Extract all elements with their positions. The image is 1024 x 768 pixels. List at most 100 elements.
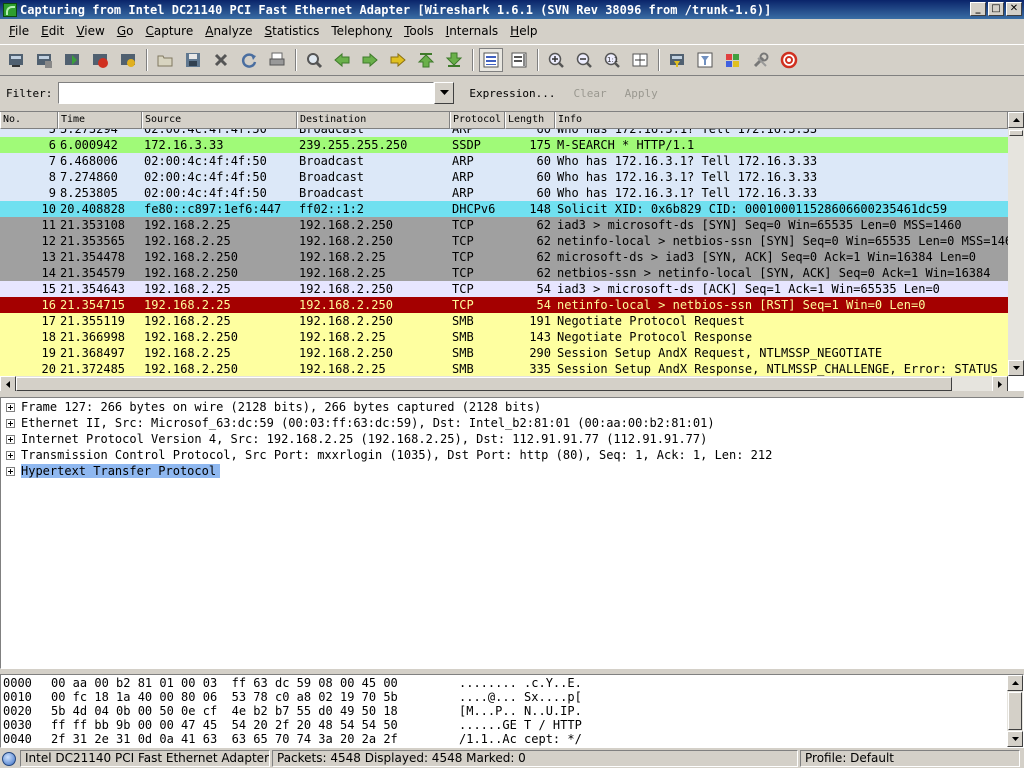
menu-capture[interactable]: Capture <box>139 20 199 42</box>
filter-dropdown-button[interactable] <box>434 82 455 104</box>
scroll-down-button[interactable] <box>1008 360 1024 376</box>
stop-capture-button[interactable] <box>88 48 112 72</box>
clear-button[interactable]: Clear <box>564 87 615 100</box>
zoom-in-button[interactable] <box>544 48 568 72</box>
packet-row[interactable]: 9 8.253805 02:00:4c:4f:4f:50 Broadcast ARP 60… <box>0 185 1008 201</box>
menu-statistics[interactable]: Statistics <box>259 20 326 42</box>
menu-go[interactable]: Go <box>111 20 140 42</box>
filter-input[interactable] <box>58 82 435 104</box>
status-profile[interactable]: Profile: Default <box>800 750 1020 767</box>
bytes-scroll-up-button[interactable] <box>1007 675 1023 691</box>
resize-columns-button[interactable] <box>628 48 652 72</box>
detail-tree-row[interactable]: Internet Protocol Version 4, Src: 192.16… <box>3 431 1003 447</box>
interface-list-button[interactable] <box>4 48 28 72</box>
restart-capture-button[interactable] <box>116 48 140 72</box>
find-packet-button[interactable] <box>302 48 326 72</box>
cell-time: 21.354478 <box>60 250 126 264</box>
capture-filters-button[interactable] <box>665 48 689 72</box>
display-filters-button[interactable] <box>693 48 717 72</box>
go-first-button[interactable] <box>414 48 438 72</box>
menu-tools[interactable]: Tools <box>398 20 440 42</box>
expand-plus-icon[interactable] <box>6 402 15 412</box>
normal-size-button[interactable]: 1:1 <box>600 48 624 72</box>
hex-row[interactable]: 0000 00 aa 00 b2 81 01 00 03 ff 63 dc 59 … <box>3 676 659 691</box>
packet-row[interactable]: 7 6.468006 02:00:4c:4f:4f:50 Broadcast ARP 60… <box>0 153 1008 169</box>
menu-telephony[interactable]: Telephony <box>325 20 398 42</box>
packet-row[interactable]: 16 21.354715 192.168.2.25 192.168.2.250 TCP 5… <box>0 297 1008 313</box>
hscroll-thumb[interactable] <box>16 377 952 391</box>
packet-list-vscroll[interactable] <box>1008 112 1024 376</box>
menu-file[interactable]: File <box>3 20 35 42</box>
maximize-button[interactable]: □ <box>988 2 1004 16</box>
packet-row[interactable]: 11 21.353108 192.168.2.25 192.168.2.250 TCP 6… <box>0 217 1008 233</box>
scroll-thumb[interactable] <box>1009 130 1023 136</box>
column-header-protocol[interactable]: Protocol <box>450 112 505 129</box>
column-header-length[interactable]: Length <box>505 112 555 129</box>
bytes-vscroll[interactable] <box>1007 675 1023 747</box>
packet-row[interactable]: 10 20.408828 fe80::c897:1ef6:447 ff02::1:2 D… <box>0 201 1008 217</box>
help-button[interactable] <box>777 48 801 72</box>
packet-row[interactable]: 13 21.354478 192.168.2.250 192.168.2.25 TCP 6… <box>0 249 1008 265</box>
menu-internals[interactable]: Internals <box>440 20 505 42</box>
go-to-packet-button[interactable] <box>386 48 410 72</box>
column-header-destination[interactable]: Destination <box>297 112 450 129</box>
expand-plus-icon[interactable] <box>6 450 15 460</box>
preferences-button[interactable] <box>749 48 773 72</box>
close-file-button[interactable] <box>209 48 233 72</box>
packet-row[interactable]: 8 7.274860 02:00:4c:4f:4f:50 Broadcast ARP 60… <box>0 169 1008 185</box>
packet-row[interactable]: 14 21.354579 192.168.2.250 192.168.2.25 TCP 6… <box>0 265 1008 281</box>
packet-row[interactable]: 18 21.366998 192.168.2.250 192.168.2.25 SMB 1… <box>0 329 1008 345</box>
packet-row[interactable]: 6 6.000942 172.16.3.33 239.255.255.250 SSDP 1… <box>0 137 1008 153</box>
packet-row[interactable]: 12 21.353565 192.168.2.25 192.168.2.250 TCP 6… <box>0 233 1008 249</box>
detail-tree-row[interactable]: Transmission Control Protocol, Src Port:… <box>3 447 1003 463</box>
packet-row[interactable]: 20 21.372485 192.168.2.250 192.168.2.25 SMB 3… <box>0 361 1008 377</box>
bytes-scroll-down-button[interactable] <box>1007 731 1023 747</box>
menu-view[interactable]: View <box>70 20 110 42</box>
go-last-button[interactable] <box>442 48 466 72</box>
zoom-out-button[interactable] <box>572 48 596 72</box>
save-file-button[interactable] <box>181 48 205 72</box>
column-header-no[interactable]: No. <box>0 112 58 129</box>
expression-button[interactable]: Expression... <box>460 87 564 100</box>
hex-row[interactable]: 0040 2f 31 2e 31 0d 0a 41 63 63 65 70 74 … <box>3 732 659 747</box>
print-button[interactable] <box>265 48 289 72</box>
detail-tree-row[interactable]: Frame 127: 266 bytes on wire (2128 bits)… <box>3 399 1003 415</box>
menu-analyze[interactable]: Analyze <box>199 20 258 42</box>
detail-tree-row[interactable]: Hypertext Transfer Protocol <box>3 463 1003 479</box>
go-forward-button[interactable] <box>358 48 382 72</box>
scroll-left-button[interactable] <box>0 376 16 392</box>
apply-button[interactable]: Apply <box>616 87 667 100</box>
packet-row[interactable]: 19 21.368497 192.168.2.25 192.168.2.250 SMB 2… <box>0 345 1008 361</box>
minimize-button[interactable]: _ <box>970 2 986 16</box>
go-back-button[interactable] <box>330 48 354 72</box>
expand-plus-icon[interactable] <box>6 434 15 444</box>
column-header-time[interactable]: Time <box>58 112 142 129</box>
coloring-rules-button[interactable] <box>721 48 745 72</box>
hex-row[interactable]: 00502a 0d 0a 41 63 63 65 70 74 2d 4c 61 … <box>3 746 659 747</box>
bytes-scroll-thumb[interactable] <box>1008 692 1022 730</box>
hex-row[interactable]: 0030 ff ff bb 9b 00 00 47 45 54 20 2f 20 … <box>3 718 659 733</box>
capture-options-button[interactable] <box>32 48 56 72</box>
expand-plus-icon[interactable] <box>6 466 15 476</box>
column-header-source[interactable]: Source <box>142 112 297 129</box>
open-file-button[interactable] <box>153 48 177 72</box>
hex-row[interactable]: 0020 5b 4d 04 0b 00 50 0e cf 4e b2 b7 55 … <box>3 704 659 719</box>
close-button[interactable]: ✕ <box>1006 2 1022 16</box>
detail-tree-row[interactable]: Ethernet II, Src: Microsof_63:dc:59 (00:… <box>3 415 1003 431</box>
packet-row[interactable]: 17 21.355119 192.168.2.25 192.168.2.250 SMB 1… <box>0 313 1008 329</box>
reload-button[interactable] <box>237 48 261 72</box>
auto-scroll-button[interactable] <box>507 48 531 72</box>
menu-help[interactable]: Help <box>504 20 543 42</box>
scroll-up-button[interactable] <box>1008 112 1024 128</box>
scroll-right-button[interactable] <box>992 376 1008 392</box>
packet-list-hscroll[interactable] <box>0 376 1008 392</box>
start-capture-button[interactable] <box>60 48 84 72</box>
packet-row[interactable]: 5 5.273294 02:00:4c:4f:4f:50 Broadcast ARP 60… <box>0 129 1008 137</box>
hex-row[interactable]: 0010 00 fc 18 1a 40 00 80 06 53 78 c0 a8 … <box>3 690 659 705</box>
packet-row[interactable]: 15 21.354643 192.168.2.25 192.168.2.250 TCP 5… <box>0 281 1008 297</box>
colorize-button[interactable] <box>479 48 503 72</box>
expert-info-icon[interactable] <box>2 751 16 766</box>
expand-plus-icon[interactable] <box>6 418 15 428</box>
menu-edit[interactable]: Edit <box>35 20 70 42</box>
column-header-info[interactable]: Info <box>555 112 1008 129</box>
